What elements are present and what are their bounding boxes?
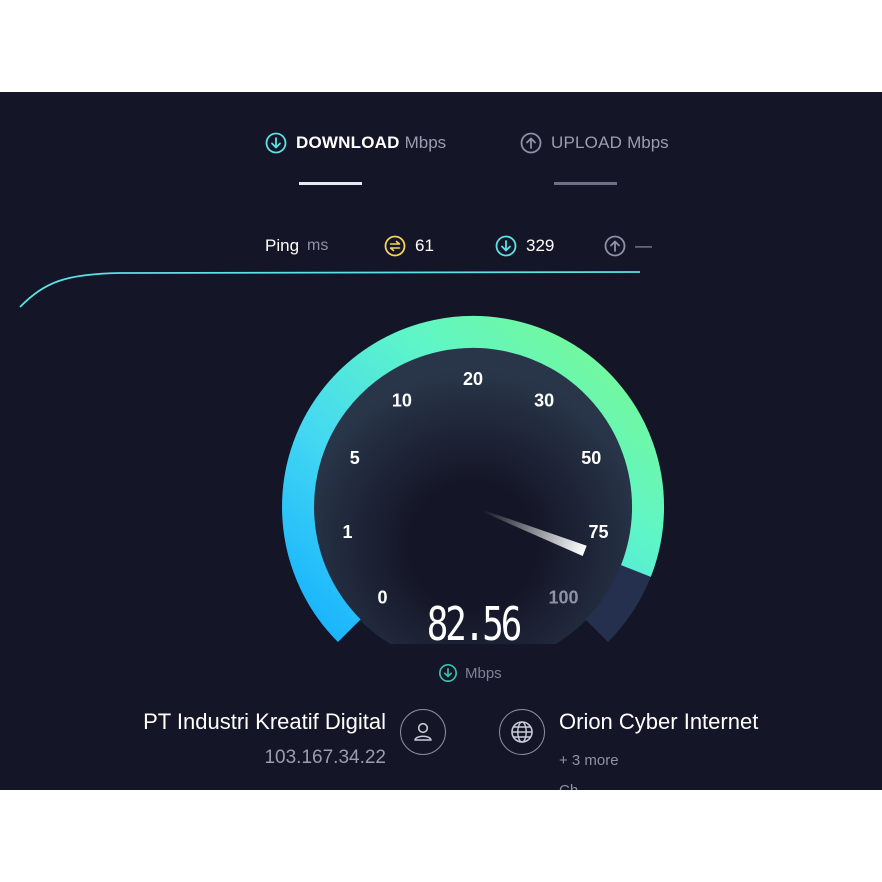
download-small-icon xyxy=(439,664,457,682)
ping-idle-value: 61 xyxy=(415,236,434,255)
tab-upload-indicator xyxy=(554,182,617,185)
ping-upload: — xyxy=(604,232,652,260)
gauge-tick-label: 20 xyxy=(463,369,483,389)
tab-upload-label: UPLOAD xyxy=(551,133,623,152)
download-arrow-icon xyxy=(265,132,287,154)
ping-label: Ping ms xyxy=(265,232,328,260)
upload-arrow-icon xyxy=(520,132,542,154)
tab-download[interactable]: DOWNLOAD Mbps xyxy=(265,128,446,158)
gauge-tick-label: 10 xyxy=(392,391,412,411)
gauge-tick-label: 5 xyxy=(350,448,360,468)
download-latency-icon xyxy=(495,235,517,257)
globe-icon xyxy=(511,721,533,743)
gauge-tick-label: 50 xyxy=(581,448,601,468)
tab-upload[interactable]: UPLOAD Mbps xyxy=(520,128,669,158)
gauge-tick-label: 75 xyxy=(588,522,608,542)
user-icon xyxy=(414,722,432,741)
server-button[interactable] xyxy=(499,709,545,755)
ping-idle: 61 xyxy=(384,232,434,260)
server-name: Orion Cyber Internet xyxy=(559,709,759,734)
ping-download: 329 xyxy=(495,232,554,260)
speed-value: 82.56 xyxy=(426,597,523,651)
tab-upload-unit: Mbps xyxy=(627,133,669,152)
isp-name: PT Industri Kreatif Digital xyxy=(143,709,386,734)
user-button[interactable] xyxy=(400,709,446,755)
speed-unit: Mbps xyxy=(438,662,502,684)
upload-latency-icon xyxy=(604,235,626,257)
speed-graph-line xyxy=(19,271,641,308)
server-change-link[interactable]: Ch xyxy=(559,782,578,790)
isp-ip: 103.167.34.22 xyxy=(264,747,386,768)
speed-unit-label: Mbps xyxy=(465,664,502,682)
ping-upload-value: — xyxy=(635,236,652,255)
server-more-link[interactable]: + 3 more xyxy=(559,752,619,769)
tab-download-indicator xyxy=(299,182,362,185)
ping-download-value: 329 xyxy=(526,236,555,255)
tab-download-label: DOWNLOAD xyxy=(296,133,400,152)
ping-row: Ping ms 61 329 — xyxy=(0,232,882,260)
gauge-tick-label: 30 xyxy=(534,391,554,411)
speedtest-panel: DOWNLOAD Mbps UPLOAD Mbps Ping ms 61 329… xyxy=(0,92,882,790)
speed-gauge: 0151020305075100 xyxy=(282,315,665,644)
gauge-tick-label: 1 xyxy=(342,522,352,542)
tab-download-unit: Mbps xyxy=(404,133,447,152)
ping-label-text: Ping xyxy=(265,236,300,255)
speed-graph xyxy=(19,271,641,308)
ping-unit: ms xyxy=(307,237,329,254)
idle-latency-icon xyxy=(384,235,406,257)
